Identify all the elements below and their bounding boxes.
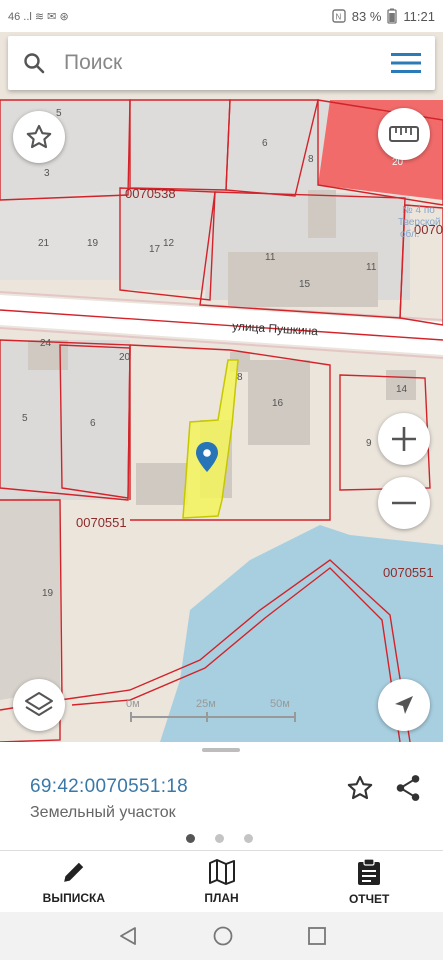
search-bar[interactable]: Поиск <box>8 36 435 90</box>
scale-label: 25м <box>196 698 216 710</box>
recents-icon[interactable] <box>307 926 327 946</box>
building-number: 15 <box>299 279 311 290</box>
search-input[interactable]: Поиск <box>64 51 391 75</box>
star-icon <box>26 124 52 149</box>
faded-map-text: № 4 по <box>402 205 435 216</box>
navigation-arrow-icon <box>395 696 413 714</box>
layers-icon <box>25 692 53 716</box>
menu-icon[interactable] <box>391 52 421 74</box>
map-canvas[interactable]: 5 3 6 8 21 19 17 12 11 11 15 24 20 5 6 8… <box>0 32 443 742</box>
building-number: 19 <box>42 588 54 599</box>
building-number: 9 <box>366 438 372 449</box>
scale-label: 50м <box>270 698 290 710</box>
building-number: 12 <box>163 238 175 249</box>
clock: 11:21 <box>403 8 435 24</box>
tab-label: ВЫПИСКА <box>42 890 105 905</box>
plus-icon <box>392 427 416 451</box>
share-icon[interactable] <box>395 774 421 802</box>
tab-vypiska[interactable]: ВЫПИСКА <box>0 851 148 912</box>
building-number: 17 <box>149 244 161 255</box>
cadastral-number: 69:42:0070551:18 <box>30 776 189 797</box>
building-number: 8 <box>237 372 243 383</box>
status-icons-left: 46 ..l ≋ ✉ ⊛ <box>8 10 69 23</box>
quarter-label: 0070538 <box>125 186 176 201</box>
faded-map-text: обл. <box>400 228 419 240</box>
nfc-icon: N <box>332 9 346 23</box>
page-dot <box>215 834 224 843</box>
faded-map-text: Тверской <box>398 217 441 228</box>
status-bar: 46 ..l ≋ ✉ ⊛ N 83 % 11:21 <box>0 0 443 32</box>
building-number: 8 <box>308 154 314 165</box>
building-number: 11 <box>366 262 377 273</box>
page-dot <box>244 834 253 843</box>
system-nav-bar <box>0 912 443 960</box>
parcel-info-sheet[interactable]: 69:42:0070551:18 Земельный участок <box>0 742 443 850</box>
pencil-icon <box>64 862 84 882</box>
building-number: 16 <box>272 398 284 409</box>
bottom-tab-bar: ВЫПИСКА ПЛАН ОТЧЕТ <box>0 850 443 912</box>
scale-label: 0м <box>126 698 140 710</box>
building-number: 20 <box>119 352 131 363</box>
building-number: 19 <box>87 238 99 249</box>
layers-button[interactable] <box>13 679 65 731</box>
zoom-in-button[interactable] <box>378 413 430 465</box>
quarter-label: 0070551 <box>76 515 127 530</box>
favorite-button[interactable] <box>13 111 65 163</box>
parcel-type: Земельный участок <box>30 804 176 821</box>
battery-percent: 83 % <box>351 8 382 24</box>
building-number: 5 <box>22 413 28 424</box>
tab-label: ПЛАН <box>204 890 239 905</box>
battery-icon <box>387 8 398 24</box>
tab-otchet[interactable]: ОТЧЕТ <box>295 851 443 912</box>
cadastral-map[interactable]: 5 3 6 8 21 19 17 12 11 11 15 24 20 5 6 8… <box>0 32 443 742</box>
building-number: 14 <box>396 384 408 395</box>
ruler-button[interactable] <box>378 108 430 160</box>
home-icon[interactable] <box>212 925 234 947</box>
page-indicator <box>186 834 253 843</box>
zoom-out-button[interactable] <box>378 477 430 529</box>
map-icon <box>208 858 235 885</box>
tab-plan[interactable]: ПЛАН <box>148 851 296 912</box>
ruler-icon <box>389 126 419 142</box>
search-icon[interactable] <box>22 51 46 75</box>
sheet-drag-handle[interactable] <box>202 748 240 752</box>
tab-label: ОТЧЕТ <box>348 891 390 906</box>
minus-icon <box>392 501 416 505</box>
status-left-text: 46 ..l ≋ ✉ ⊛ <box>8 10 69 23</box>
building-number: 6 <box>90 418 96 429</box>
building-number: 3 <box>44 168 50 179</box>
back-icon[interactable] <box>117 925 139 947</box>
quarter-label: 0070551 <box>383 565 434 580</box>
building-number: 24 <box>40 338 52 349</box>
clipboard-icon <box>358 857 381 885</box>
building-number: 11 <box>265 252 276 263</box>
bookmark-star-icon[interactable] <box>346 774 374 802</box>
my-location-button[interactable] <box>378 679 430 731</box>
building-number: 21 <box>38 238 50 249</box>
page-dot-active <box>186 834 195 843</box>
svg-text:N: N <box>335 13 341 22</box>
building-number: 6 <box>262 138 268 149</box>
